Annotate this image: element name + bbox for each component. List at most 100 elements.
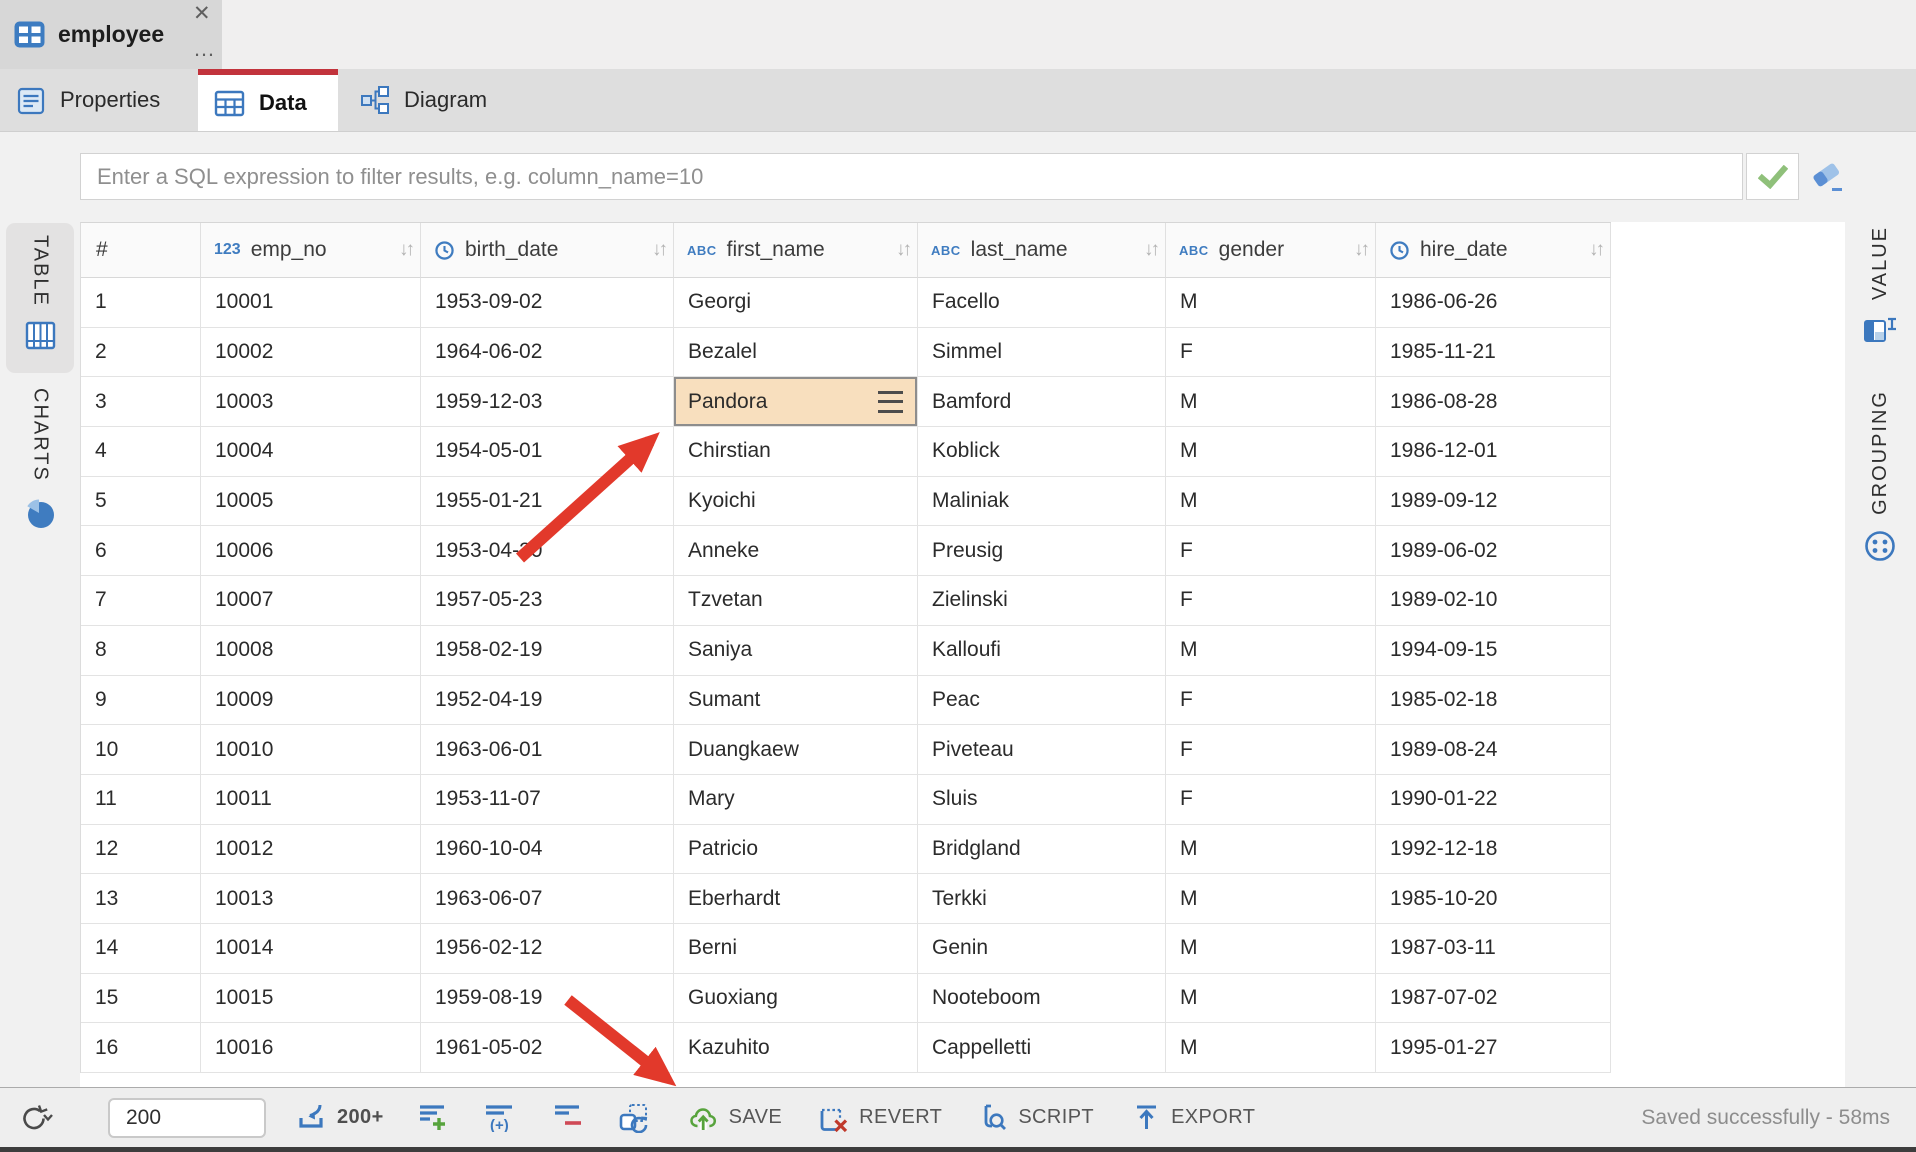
grid-cell[interactable]: Guoxiang — [674, 974, 918, 1024]
grid-cell[interactable]: Nooteboom — [918, 974, 1166, 1024]
close-icon[interactable]: ✕ — [193, 2, 211, 26]
grid-cell[interactable]: 1958-02-19 — [421, 626, 674, 676]
sort-icon[interactable]: ↓↑ — [896, 239, 909, 261]
row-number-cell[interactable]: 4 — [81, 427, 201, 477]
grid-cell[interactable]: Koblick — [918, 427, 1166, 477]
grid-cell[interactable]: F — [1166, 576, 1376, 626]
grid-cell[interactable]: 1964-06-02 — [421, 328, 674, 378]
grid-cell[interactable]: 1990-01-22 — [1376, 775, 1611, 825]
row-number-cell[interactable]: 14 — [81, 924, 201, 974]
grid-cell[interactable]: 1989-08-24 — [1376, 725, 1611, 775]
grid-cell[interactable]: 1995-01-27 — [1376, 1023, 1611, 1073]
column-header-last_name[interactable]: ABClast_name↓↑ — [918, 223, 1166, 278]
row-number-cell[interactable]: 5 — [81, 477, 201, 527]
row-number-cell[interactable]: 6 — [81, 526, 201, 576]
grid-cell[interactable]: M — [1166, 626, 1376, 676]
apply-filter-button[interactable] — [1746, 153, 1799, 200]
grid-cell[interactable]: 10006 — [201, 526, 421, 576]
row-number-cell[interactable]: 8 — [81, 626, 201, 676]
sidebar-tab-grouping[interactable]: GROUPING — [1847, 390, 1913, 563]
grid-cell[interactable]: Saniya — [674, 626, 918, 676]
save-button[interactable]: SAVE — [688, 1103, 782, 1132]
grid-cell[interactable]: 10010 — [201, 725, 421, 775]
sidebar-tab-value[interactable]: VALUE — [1847, 226, 1913, 346]
grid-cell[interactable]: 1989-02-10 — [1376, 576, 1611, 626]
grid-cell[interactable]: 10008 — [201, 626, 421, 676]
grid-cell[interactable]: F — [1166, 526, 1376, 576]
row-number-cell[interactable]: 2 — [81, 328, 201, 378]
grid-cell[interactable]: Chirstian — [674, 427, 918, 477]
grid-cell[interactable]: Sluis — [918, 775, 1166, 825]
grid-cell[interactable]: 1994-09-15 — [1376, 626, 1611, 676]
column-header-hire_date[interactable]: hire_date↓↑ — [1376, 223, 1611, 278]
grid-cell[interactable]: 1985-10-20 — [1376, 874, 1611, 924]
row-number-cell[interactable]: 13 — [81, 874, 201, 924]
grid-cell[interactable]: 1961-05-02 — [421, 1023, 674, 1073]
delete-row-button[interactable] — [553, 1103, 583, 1132]
grid-cell[interactable]: 1959-08-19 — [421, 974, 674, 1024]
grid-cell[interactable]: 1989-06-02 — [1376, 526, 1611, 576]
grid-cell[interactable]: 10002 — [201, 328, 421, 378]
grid-cell[interactable]: Patricio — [674, 825, 918, 875]
grid-cell[interactable]: Cappelletti — [918, 1023, 1166, 1073]
fetch-size-input[interactable]: 200 — [108, 1098, 266, 1138]
grid-cell[interactable]: Pandora — [674, 377, 918, 427]
grid-cell[interactable]: Maliniak — [918, 477, 1166, 527]
grid-cell[interactable]: F — [1166, 725, 1376, 775]
grid-cell[interactable]: Terkki — [918, 874, 1166, 924]
grid-cell[interactable]: M — [1166, 427, 1376, 477]
grid-cell[interactable]: Facello — [918, 278, 1166, 328]
row-number-cell[interactable]: 3 — [81, 377, 201, 427]
duplicate-row-button[interactable]: (+) — [484, 1103, 517, 1132]
grid-cell[interactable]: Zielinski — [918, 576, 1166, 626]
grid-cell[interactable]: 1992-12-18 — [1376, 825, 1611, 875]
grid-cell[interactable]: 1959-12-03 — [421, 377, 674, 427]
grid-cell[interactable]: Tzvetan — [674, 576, 918, 626]
clear-filter-button[interactable] — [1803, 158, 1851, 196]
sidebar-tab-table[interactable]: TABLE — [6, 223, 74, 373]
grid-cell[interactable]: M — [1166, 477, 1376, 527]
grid-cell[interactable]: M — [1166, 1023, 1376, 1073]
grid-cell[interactable]: Genin — [918, 924, 1166, 974]
grid-cell[interactable]: Mary — [674, 775, 918, 825]
sidebar-tab-charts[interactable]: CHARTS — [6, 388, 74, 530]
grid-cell[interactable]: Kalloufi — [918, 626, 1166, 676]
grid-cell[interactable]: Sumant — [674, 676, 918, 726]
sort-icon[interactable]: ↓↑ — [1144, 239, 1157, 261]
grid-cell[interactable]: 10005 — [201, 477, 421, 527]
grid-cell[interactable]: 10016 — [201, 1023, 421, 1073]
grid-cell[interactable]: Bezalel — [674, 328, 918, 378]
grid-cell[interactable]: F — [1166, 775, 1376, 825]
row-number-cell[interactable]: 15 — [81, 974, 201, 1024]
grid-cell[interactable]: 10014 — [201, 924, 421, 974]
sort-icon[interactable]: ↓↑ — [1354, 239, 1367, 261]
script-button[interactable]: SCRIPT — [978, 1103, 1094, 1133]
column-header-emp_no[interactable]: 123emp_no↓↑ — [201, 223, 421, 278]
grid-cell[interactable]: 1985-02-18 — [1376, 676, 1611, 726]
grid-cell[interactable]: Bamford — [918, 377, 1166, 427]
grid-cell[interactable]: M — [1166, 377, 1376, 427]
sql-filter-input[interactable]: Enter a SQL expression to filter results… — [80, 153, 1743, 200]
grid-cell[interactable]: Peac — [918, 676, 1166, 726]
grid-cell[interactable]: 1953-11-07 — [421, 775, 674, 825]
grid-cell[interactable]: 1986-08-28 — [1376, 377, 1611, 427]
grid-cell[interactable]: 1955-01-21 — [421, 477, 674, 527]
refresh-cell-button[interactable] — [619, 1103, 650, 1133]
grid-cell[interactable]: 1986-06-26 — [1376, 278, 1611, 328]
grid-cell[interactable]: 1987-03-11 — [1376, 924, 1611, 974]
grid-cell[interactable]: M — [1166, 974, 1376, 1024]
grid-cell[interactable]: M — [1166, 874, 1376, 924]
row-number-cell[interactable]: 7 — [81, 576, 201, 626]
grid-cell[interactable]: 1957-05-23 — [421, 576, 674, 626]
column-header-gender[interactable]: ABCgender↓↑ — [1166, 223, 1376, 278]
grid-cell[interactable]: Duangkaew — [674, 725, 918, 775]
grid-cell[interactable]: 10003 — [201, 377, 421, 427]
grid-cell[interactable]: 1989-09-12 — [1376, 477, 1611, 527]
row-number-cell[interactable]: 16 — [81, 1023, 201, 1073]
grid-cell[interactable]: 10015 — [201, 974, 421, 1024]
column-header-rownum[interactable]: # — [81, 223, 201, 278]
row-number-cell[interactable]: 12 — [81, 825, 201, 875]
grid-cell[interactable]: M — [1166, 278, 1376, 328]
editor-tab-employee[interactable]: employee ✕ … — [0, 0, 222, 69]
cell-editor-menu-icon[interactable] — [878, 391, 903, 413]
